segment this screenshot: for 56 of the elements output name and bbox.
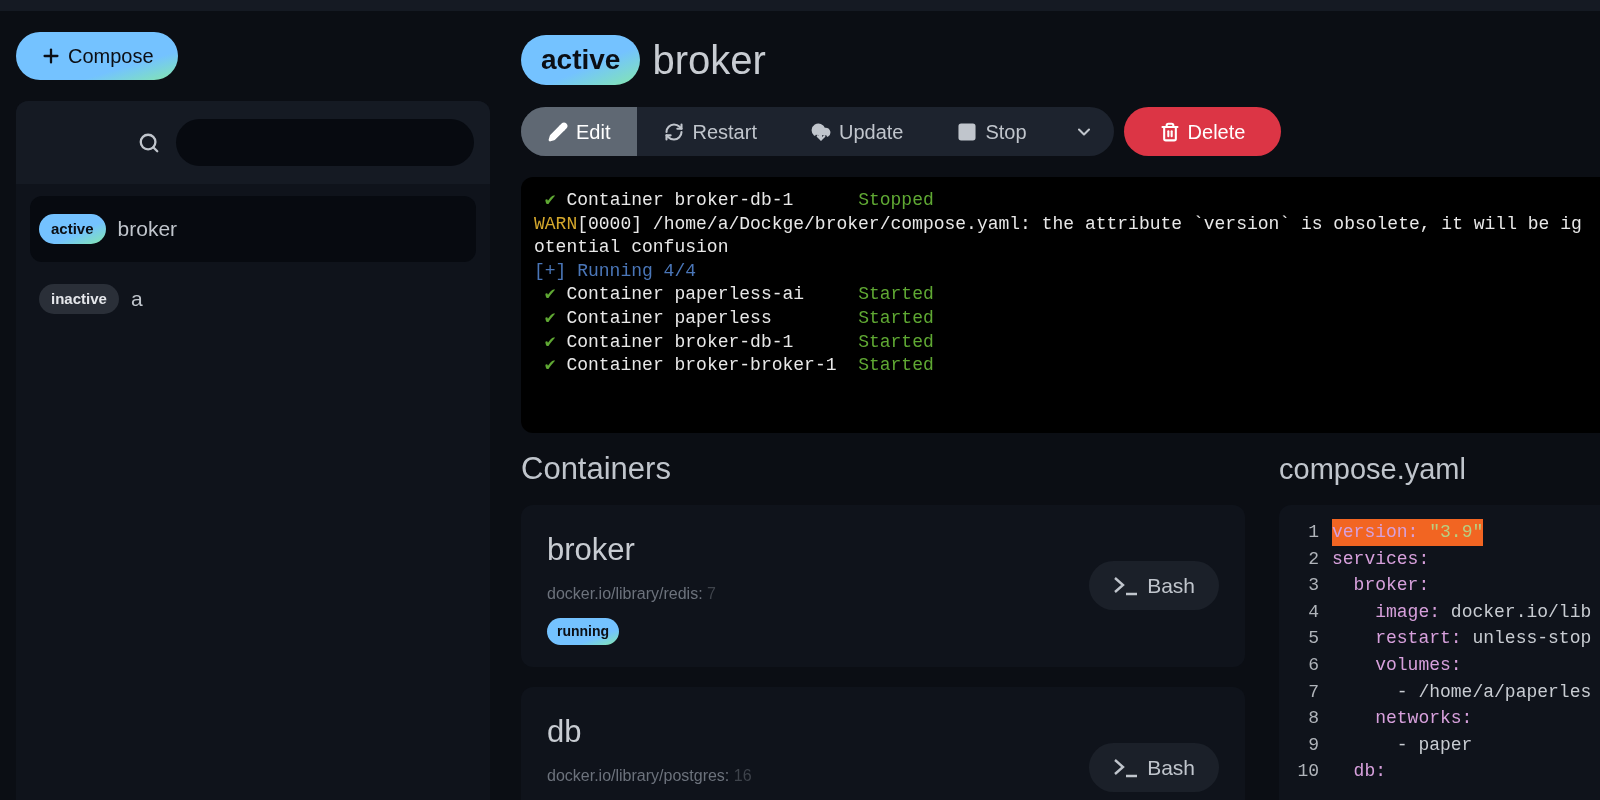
stack-title: broker bbox=[652, 37, 766, 84]
pencil-icon bbox=[548, 121, 568, 142]
restart-button[interactable]: Restart bbox=[637, 107, 784, 156]
stack-name: broker bbox=[117, 216, 178, 243]
line-number: 7 bbox=[1307, 680, 1319, 704]
code-line: services: bbox=[1332, 547, 1430, 571]
trash-icon bbox=[1159, 121, 1180, 142]
cloud-download-icon bbox=[810, 121, 831, 142]
terminal-line: ✔ Container paperless-ai Started bbox=[543, 283, 935, 307]
code-line: broker: bbox=[1352, 574, 1430, 598]
status-badge: inactive bbox=[39, 283, 119, 315]
terminal-line: [+] Running 4/4 bbox=[534, 259, 698, 283]
terminal-line: ✔ Container broker-db-1 Started bbox=[543, 330, 935, 354]
container-name: broker bbox=[547, 531, 636, 569]
terminal-line: WARN[0000] /home/a/Dockge/broker/compose.yaml: the attribute `version` is obsolete, it will be ig bbox=[534, 212, 1583, 236]
line-number: 2 bbox=[1307, 547, 1319, 571]
square-icon bbox=[957, 121, 978, 142]
section-title: Containers bbox=[521, 450, 672, 488]
state-badge: running bbox=[547, 617, 620, 645]
stop-button[interactable]: Stop bbox=[930, 107, 1054, 156]
status-badge: active bbox=[521, 35, 641, 85]
terminal-line: ✔ Container paperless Started bbox=[543, 306, 935, 330]
section-title: compose.yaml bbox=[1279, 452, 1467, 487]
bash-button[interactable]: Bash bbox=[1089, 743, 1219, 792]
line-number: 5 bbox=[1307, 627, 1319, 651]
terminal-line: ✔ Container broker-db-1 Stopped bbox=[543, 189, 935, 212]
search-icon bbox=[138, 131, 160, 154]
line-number: 3 bbox=[1307, 574, 1319, 598]
edit-button[interactable]: Edit bbox=[521, 107, 638, 156]
stack-item[interactable]: inactive a bbox=[30, 266, 476, 332]
code-line: restart: unless-stop bbox=[1374, 627, 1592, 651]
terminal-line: ✔ Container broker-broker-1 Started bbox=[543, 354, 935, 378]
bash-button[interactable]: Bash bbox=[1089, 561, 1219, 610]
terminal-icon bbox=[1113, 575, 1140, 596]
line-number: 1 bbox=[1307, 521, 1319, 544]
stack-item[interactable]: active broker bbox=[30, 196, 476, 262]
line-number: 6 bbox=[1307, 653, 1319, 677]
refresh-icon bbox=[664, 121, 685, 142]
update-button[interactable]: Update bbox=[783, 107, 931, 156]
code-line: image: docker.io/lib bbox=[1374, 600, 1592, 624]
status-badge: active bbox=[39, 213, 106, 245]
compose-button[interactable]: Compose bbox=[16, 32, 178, 80]
container-name: db bbox=[547, 713, 583, 751]
line-number: 9 bbox=[1307, 733, 1319, 757]
code-line: volumes: bbox=[1374, 653, 1462, 677]
stack-name: a bbox=[130, 286, 143, 313]
terminal-line: otential confusion bbox=[534, 236, 730, 260]
delete-button[interactable]: Delete bbox=[1123, 107, 1282, 156]
code-line: db: bbox=[1352, 760, 1386, 784]
code-line: networks: bbox=[1374, 707, 1473, 731]
line-number: 4 bbox=[1307, 600, 1319, 624]
terminal-icon bbox=[1113, 757, 1140, 778]
code-line: - /home/a/paperles bbox=[1395, 680, 1592, 704]
code-line: - paper bbox=[1395, 733, 1473, 757]
line-number: 10 bbox=[1296, 760, 1319, 784]
line-number: 8 bbox=[1307, 707, 1319, 731]
